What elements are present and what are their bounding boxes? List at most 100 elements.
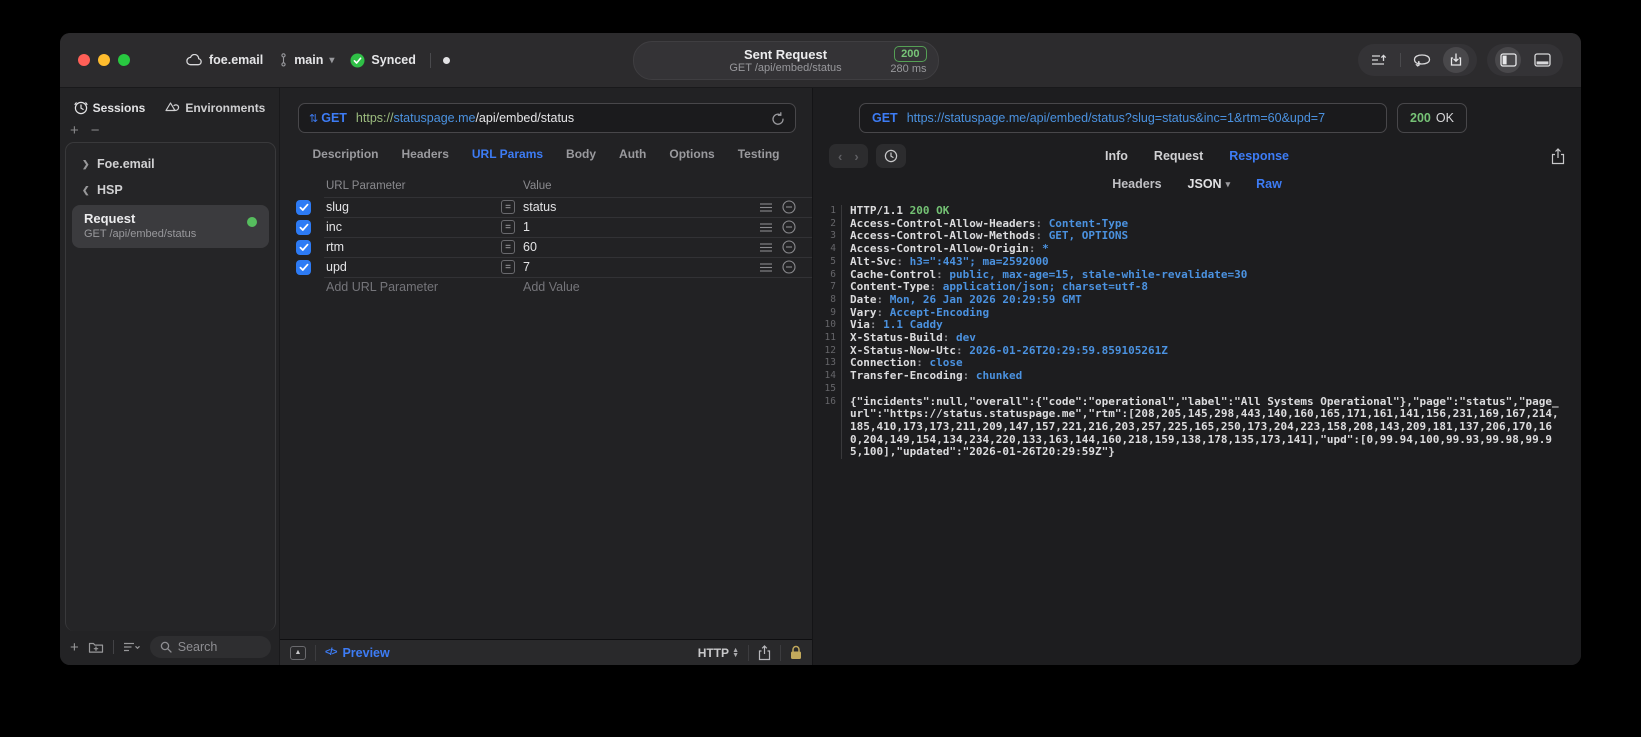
remove-session-button[interactable]: − <box>91 123 100 140</box>
add-param-placeholder[interactable]: Add URL Parameter <box>326 280 501 294</box>
equals-icon: = <box>501 220 515 234</box>
add-request-button[interactable]: + <box>70 639 79 656</box>
forward-button[interactable]: › <box>851 149 861 164</box>
tab-testing[interactable]: Testing <box>738 147 780 161</box>
line-number: 15 <box>824 382 836 394</box>
request-list-button[interactable] <box>1366 47 1392 73</box>
tree-item-hsp[interactable]: ❮ HSP <box>66 177 275 203</box>
tab-body[interactable]: Body <box>566 147 596 161</box>
param-value[interactable]: status <box>523 200 754 214</box>
reorder-icon[interactable] <box>754 262 778 272</box>
expand-panel-icon[interactable]: ▲ <box>290 645 306 660</box>
param-name[interactable]: slug <box>326 200 501 214</box>
param-name[interactable]: rtm <box>326 240 501 254</box>
sync-status[interactable]: Synced <box>350 53 416 68</box>
bottom-bar-separator <box>315 644 316 661</box>
lasso-icon[interactable] <box>1409 47 1435 73</box>
back-button[interactable]: ‹ <box>835 149 845 164</box>
tree-item-foe-email[interactable]: ❯ Foe.email <box>66 151 275 177</box>
remove-param-icon[interactable] <box>778 240 800 254</box>
add-value-placeholder[interactable]: Add Value <box>523 280 754 294</box>
chevron-down-icon: ▾ <box>329 54 335 66</box>
preview-button[interactable]: </> Preview <box>325 646 390 660</box>
project-menu[interactable]: foe.email <box>186 53 263 67</box>
request-list-item-selected[interactable]: Request GET /api/embed/status <box>72 205 269 248</box>
param-row-slug[interactable]: slug = status <box>280 197 812 217</box>
preview-label: Preview <box>342 645 390 660</box>
sync-check-icon <box>350 53 365 68</box>
updown-chevron-icon: ▲ ▼ <box>732 646 739 659</box>
line-number: 14 <box>824 370 836 382</box>
param-checkbox[interactable] <box>296 219 311 235</box>
resend-request-icon[interactable] <box>771 111 785 126</box>
method-stepper-icon[interactable]: ⇅ <box>309 112 318 125</box>
remove-param-icon[interactable] <box>778 200 800 214</box>
subtab-headers[interactable]: Headers <box>1112 177 1161 191</box>
remove-param-icon[interactable] <box>778 220 800 234</box>
remove-param-icon[interactable] <box>778 260 800 274</box>
reorder-icon[interactable] <box>754 242 778 252</box>
sort-options-button[interactable] <box>123 641 141 653</box>
param-name[interactable]: inc <box>326 220 501 234</box>
tab-description[interactable]: Description <box>313 147 379 161</box>
cloud-icon <box>186 54 203 66</box>
new-group-button[interactable] <box>88 640 104 654</box>
param-row-rtm[interactable]: rtm = 60 <box>280 237 812 257</box>
minimize-window-button[interactable] <box>98 54 110 66</box>
reorder-icon[interactable] <box>754 202 778 212</box>
param-value[interactable]: 1 <box>523 220 754 234</box>
response-status-code: 200 <box>1410 111 1431 125</box>
lock-icon[interactable] <box>790 645 802 660</box>
equals-icon: = <box>501 260 515 274</box>
reorder-icon[interactable] <box>754 222 778 232</box>
status-code-badge: 200 <box>894 46 927 62</box>
sent-request-summary[interactable]: Sent Request GET /api/embed/status 200 2… <box>632 41 939 80</box>
tab-request[interactable]: Request <box>1154 149 1203 163</box>
export-response-icon[interactable] <box>1551 147 1565 165</box>
search-input[interactable]: Search <box>149 636 271 658</box>
request-method[interactable]: GET <box>321 111 347 125</box>
code-line: 14 Transfer-Encoding: chunked <box>819 369 1565 383</box>
subtab-raw[interactable]: Raw <box>1256 177 1282 191</box>
tab-options[interactable]: Options <box>669 147 714 161</box>
param-name[interactable]: upd <box>326 260 501 274</box>
tab-headers[interactable]: Headers <box>402 147 449 161</box>
tab-sessions[interactable]: Sessions <box>74 101 145 115</box>
url-host: statuspage.me <box>393 111 476 125</box>
param-row-inc[interactable]: inc = 1 <box>280 217 812 237</box>
param-checkbox[interactable] <box>296 259 311 275</box>
branch-selector[interactable]: main ▾ <box>279 53 334 67</box>
sent-request-url[interactable]: GET https://statuspage.me/api/embed/stat… <box>859 103 1387 133</box>
tab-auth[interactable]: Auth <box>619 147 646 161</box>
tab-info[interactable]: Info <box>1105 149 1128 163</box>
param-row-upd[interactable]: upd = 7 <box>280 257 812 277</box>
response-body[interactable]: 1 HTTP/1.1 200 OK 2 Access-Control-Allow-He… <box>813 197 1581 665</box>
protocol-selector[interactable]: HTTP ▲ ▼ <box>698 646 739 660</box>
subtab-json[interactable]: JSON ▾ <box>1188 177 1231 191</box>
tab-response[interactable]: Response <box>1229 149 1289 163</box>
sidebar-bottom-bar: + Search <box>60 631 279 665</box>
param-checkbox[interactable] <box>296 199 311 215</box>
session-tree: ❯ Foe.email ❮ HSP Request GET /api/embed… <box>65 142 276 631</box>
history-button[interactable] <box>875 144 906 168</box>
tab-url-params[interactable]: URL Params <box>472 147 543 161</box>
request-subtitle: GET /api/embed/status <box>84 228 197 240</box>
import-response-button[interactable] <box>1443 47 1469 73</box>
share-icon[interactable] <box>758 644 771 661</box>
add-session-button[interactable]: + <box>70 123 79 140</box>
line-number: 4 <box>830 243 836 255</box>
param-value[interactable]: 60 <box>523 240 754 254</box>
status-dot <box>442 56 450 64</box>
url-scheme: https:// <box>355 111 394 125</box>
zoom-window-button[interactable] <box>118 54 130 66</box>
request-status-dot <box>247 217 257 227</box>
close-window-button[interactable] <box>78 54 90 66</box>
param-value[interactable]: 7 <box>523 260 754 274</box>
tab-environments[interactable]: Environments <box>165 101 265 115</box>
line-text: {"incidents":null,"overall":{"code":"ope… <box>841 395 1565 460</box>
request-url-bar[interactable]: ⇅ GET https://statuspage.me/api/embed/st… <box>298 103 796 133</box>
toggle-left-sidebar-button[interactable] <box>1495 47 1521 73</box>
toggle-bottom-panel-button[interactable] <box>1529 47 1555 73</box>
param-checkbox[interactable] <box>296 239 311 255</box>
add-param-row[interactable]: Add URL Parameter Add Value <box>280 277 812 297</box>
